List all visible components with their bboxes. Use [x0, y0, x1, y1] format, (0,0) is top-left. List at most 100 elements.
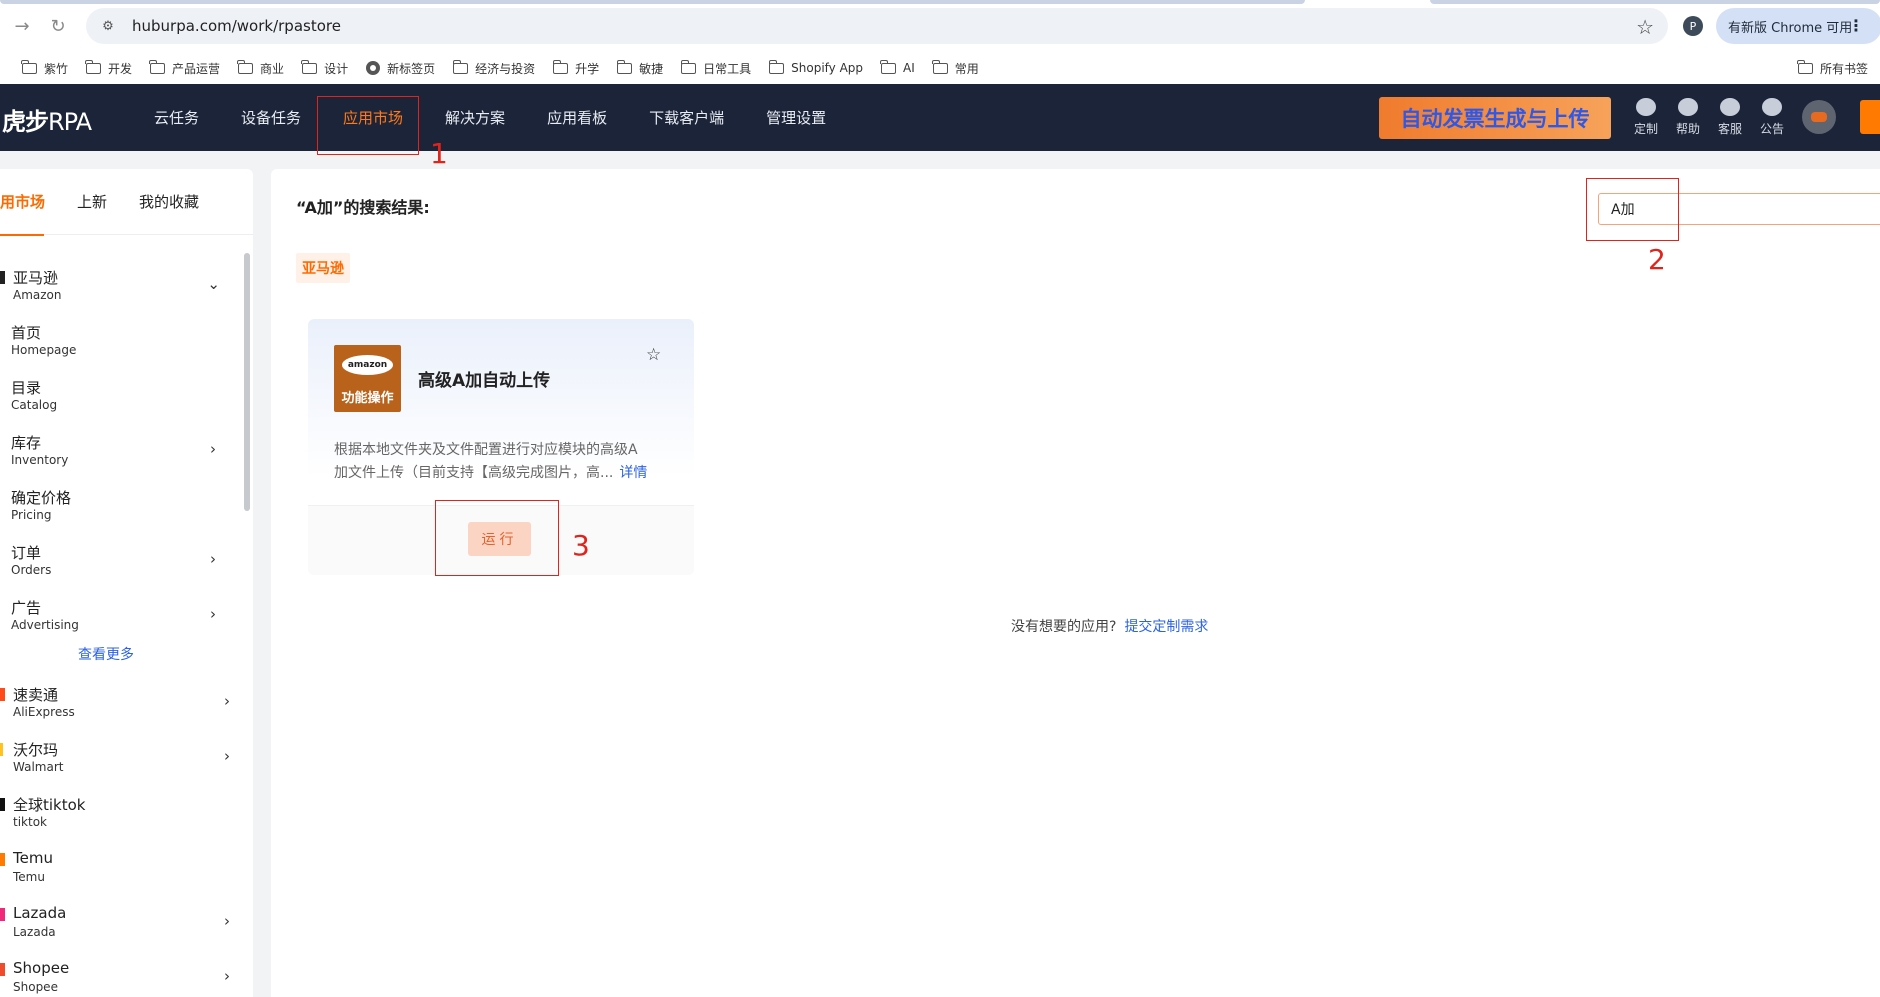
- subcategory-inventory[interactable]: 库存 Inventory ›: [0, 429, 240, 473]
- bookmark-folder[interactable]: Shopify App: [768, 59, 864, 75]
- bookmark-link[interactable]: 新标签页: [366, 60, 435, 77]
- category-chip-amazon[interactable]: 亚马逊: [296, 253, 350, 283]
- folder-icon: [452, 59, 469, 74]
- bookmark-folder[interactable]: 开发: [85, 59, 132, 77]
- subcategory-advertising[interactable]: 广告 Advertising ›: [0, 594, 240, 638]
- shopee-logo-icon: [0, 963, 5, 976]
- bookmark-folder[interactable]: 设计: [301, 59, 348, 77]
- nav-solutions[interactable]: 解决方案: [445, 107, 505, 128]
- search-result-title: “A加”的搜索结果:: [296, 198, 430, 217]
- chevron-down-icon[interactable]: ⌄: [207, 275, 220, 293]
- bookmark-label: 新标签页: [387, 61, 436, 76]
- sidebar-scrollbar[interactable]: [244, 253, 250, 511]
- subcategory-label: 确定价格: [11, 489, 72, 507]
- category-amazon[interactable]: 亚马逊 Amazon ⌄: [0, 264, 240, 308]
- nav-settings[interactable]: 管理设置: [766, 107, 826, 128]
- site-settings-icon[interactable]: ⚙: [98, 16, 118, 36]
- chevron-right-icon: ›: [224, 692, 230, 710]
- chrome-update-button[interactable]: 有新版 Chrome 可用 ⋮: [1716, 8, 1880, 44]
- edit-icon: [1636, 98, 1656, 116]
- bookmark-star-icon[interactable]: ☆: [1636, 15, 1654, 39]
- subcategory-pricing[interactable]: 确定价格 Pricing: [0, 484, 240, 528]
- bookmark-folder[interactable]: AI: [880, 59, 915, 75]
- bookmark-folder[interactable]: 产品运营: [149, 59, 221, 77]
- nav-cloud-tasks[interactable]: 云任务: [154, 107, 199, 128]
- nav-download-client[interactable]: 下载客户端: [649, 107, 724, 128]
- help-button[interactable]: 帮助: [1670, 98, 1706, 137]
- icon-label: 公告: [1759, 122, 1784, 136]
- megaphone-icon: [1762, 98, 1782, 116]
- app-description: 根据本地文件夹及文件配置进行对应模块的高级A 加文件上传（目前支持【高级完成图片…: [334, 439, 674, 485]
- orange-action-button[interactable]: [1860, 100, 1880, 134]
- category-label: 全球tiktok: [13, 796, 86, 814]
- tab-strip-indicator: [1430, 0, 1880, 4]
- favorite-star-icon[interactable]: ☆: [646, 345, 661, 365]
- category-temu[interactable]: Temu Temu: [0, 846, 240, 890]
- detail-link[interactable]: 详情: [619, 465, 647, 481]
- tab-app-market[interactable]: 用市场: [0, 169, 45, 236]
- logo-text: 虎步: [2, 108, 49, 136]
- reload-icon[interactable]: ↻: [44, 12, 72, 40]
- annotation-number: 3: [572, 529, 590, 562]
- user-avatar[interactable]: [1802, 100, 1836, 134]
- folder-icon: [1797, 59, 1813, 74]
- see-more-link[interactable]: 查看更多: [78, 644, 134, 664]
- folder-icon: [237, 59, 254, 74]
- bookmark-label: 经济与投资: [475, 61, 536, 76]
- category-aliexpress[interactable]: 速卖通 AliExpress ›: [0, 681, 240, 725]
- category-lazada[interactable]: Lazada Lazada ›: [0, 901, 240, 945]
- subcategory-catalog[interactable]: 目录 Catalog: [0, 374, 240, 418]
- subcategory-label: 订单: [11, 544, 42, 562]
- icon-label: 定制: [1633, 122, 1658, 136]
- chevron-right-icon: ›: [224, 967, 230, 985]
- subcategory-label: 目录: [11, 379, 42, 397]
- app-icon: amazon 功能操作: [334, 345, 401, 412]
- bookmark-label: 产品运营: [172, 61, 221, 76]
- bookmark-folder[interactable]: 日常工具: [680, 59, 751, 77]
- category-sublabel: Shopee: [13, 980, 58, 994]
- category-tiktok[interactable]: 全球tiktok tiktok: [0, 791, 240, 835]
- folder-icon: [21, 59, 37, 74]
- category-sublabel: Lazada: [13, 925, 56, 939]
- category-label: Shopee: [13, 959, 70, 977]
- tab-new[interactable]: 上新: [77, 169, 107, 235]
- subcategory-homepage[interactable]: 首页 Homepage: [0, 319, 240, 363]
- nav-device-tasks[interactable]: 设备任务: [241, 107, 301, 128]
- nav-app-dashboard[interactable]: 应用看板: [547, 107, 607, 128]
- no-app-text: 没有想要的应用?: [1011, 619, 1117, 635]
- bookmark-folder[interactable]: 常用: [932, 59, 979, 77]
- promo-banner[interactable]: 自动发票生成与上传: [1379, 97, 1611, 139]
- category-walmart[interactable]: 沃尔玛 Walmart ›: [0, 736, 240, 780]
- bookmark-folder[interactable]: 升学: [552, 59, 599, 77]
- bookmark-folder[interactable]: 商业: [237, 59, 284, 77]
- category-shopee[interactable]: Shopee Shopee ›: [0, 956, 240, 997]
- support-button[interactable]: 客服: [1712, 98, 1748, 137]
- logo-text-rpa: RPA: [48, 108, 92, 136]
- bookmark-folder[interactable]: 经济与投资: [452, 59, 536, 77]
- address-bar[interactable]: ⚙ huburpa.com/work/rpastore ☆: [86, 8, 1668, 44]
- subcategory-sublabel: Advertising: [11, 618, 79, 632]
- bookmark-folder[interactable]: 紫竹: [21, 59, 68, 77]
- url-text: huburpa.com/work/rpastore: [132, 17, 341, 35]
- description-line: 加文件上传（目前支持【高级完成图片，高...: [334, 465, 614, 481]
- bookmark-label: Shopify App: [791, 61, 864, 75]
- submit-request-link[interactable]: 提交定制需求: [1124, 619, 1208, 635]
- sidebar-tabs: 用市场 上新 我的收藏: [0, 169, 253, 236]
- profile-avatar[interactable]: P: [1683, 16, 1703, 36]
- all-bookmarks-button[interactable]: 所有书签: [1797, 52, 1868, 84]
- folder-icon: [880, 59, 897, 74]
- kebab-menu-icon[interactable]: ⋮: [1848, 16, 1864, 35]
- annotation-box-1: [317, 96, 419, 155]
- update-label: 有新版 Chrome 可用: [1728, 20, 1853, 36]
- logo[interactable]: 虎步RPA: [2, 102, 92, 137]
- chevron-right-icon: ›: [224, 747, 230, 765]
- bookmark-folder[interactable]: 敏捷: [616, 59, 663, 77]
- announcement-button[interactable]: 公告: [1754, 98, 1790, 137]
- subcategory-orders[interactable]: 订单 Orders ›: [0, 539, 240, 583]
- customize-button[interactable]: 定制: [1628, 98, 1664, 137]
- subcategory-sublabel: Catalog: [11, 398, 58, 412]
- description-line: 根据本地文件夹及文件配置进行对应模块的高级A: [334, 442, 638, 458]
- tab-favorites[interactable]: 我的收藏: [139, 169, 199, 235]
- forward-arrow-icon[interactable]: →: [8, 12, 36, 40]
- category-sublabel: AliExpress: [13, 705, 75, 719]
